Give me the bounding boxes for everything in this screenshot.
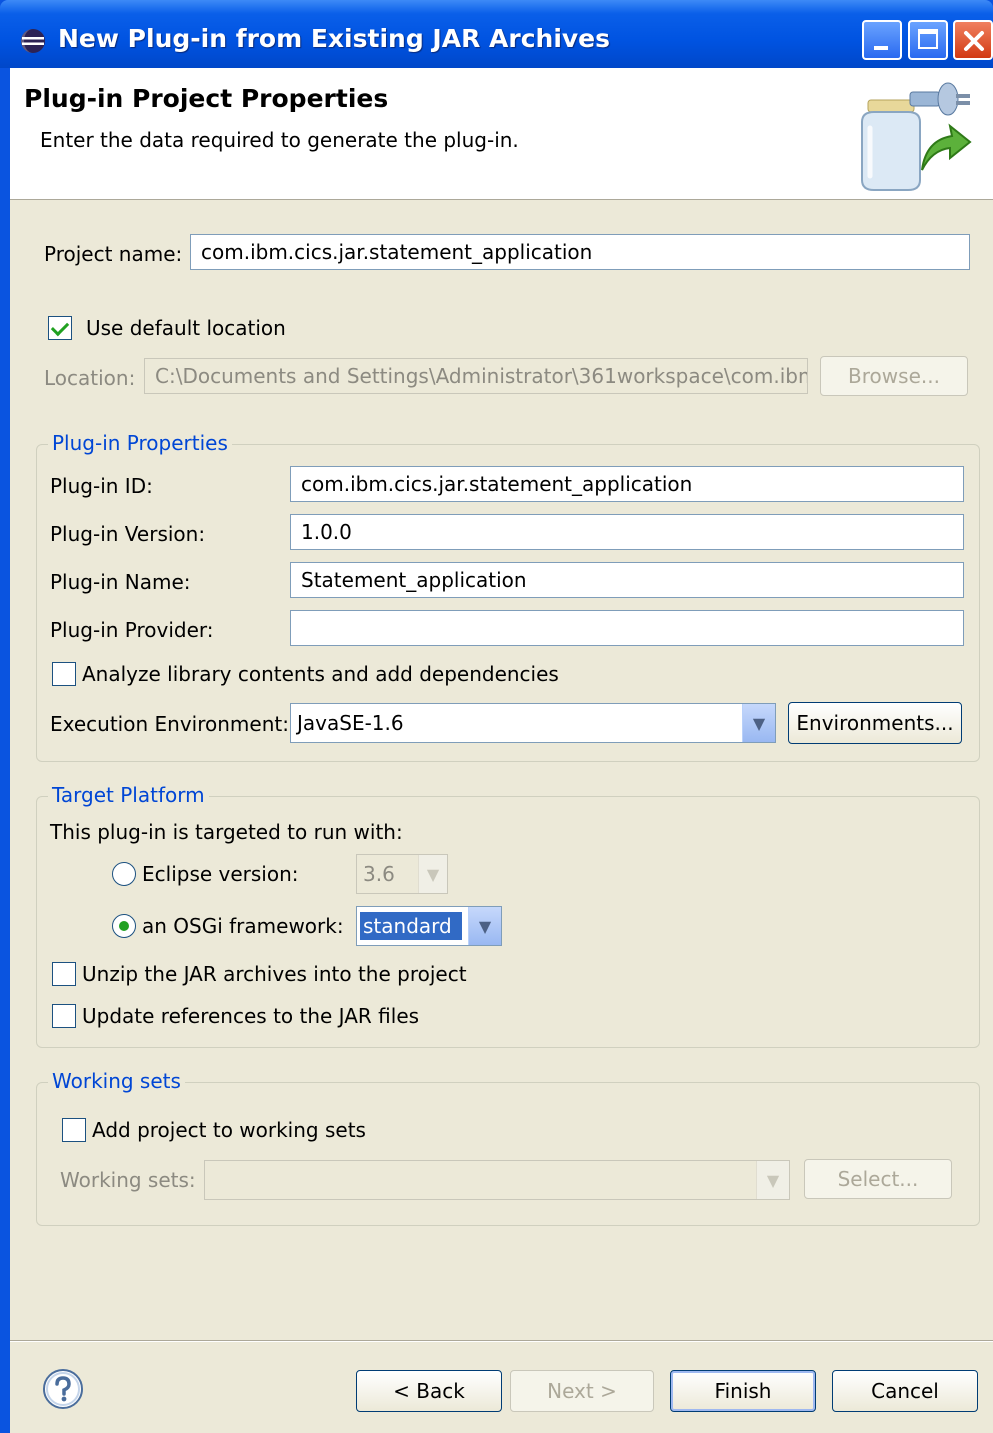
update-references-label: Update references to the JAR files <box>82 1004 420 1028</box>
analyze-library-label: Analyze library contents and add depende… <box>82 662 559 686</box>
eclipse-icon <box>20 28 46 54</box>
eclipse-version-value: 3.6 <box>363 862 395 886</box>
page-title: Plug-in Project Properties <box>24 84 389 113</box>
footer-separator <box>10 1340 993 1342</box>
plugin-name-input[interactable]: Statement_application <box>290 562 964 598</box>
osgi-framework-value: standard <box>360 912 462 940</box>
plugin-name-label: Plug-in Name: <box>50 570 191 594</box>
target-platform-group-label: Target Platform <box>48 783 209 807</box>
execution-environment-label: Execution Environment: <box>50 712 289 736</box>
use-default-location-checkbox[interactable] <box>48 316 72 340</box>
add-to-working-sets-label: Add project to working sets <box>92 1118 366 1142</box>
window-title: New Plug-in from Existing JAR Archives <box>58 24 611 53</box>
working-sets-group <box>36 1082 980 1226</box>
cancel-button[interactable]: Cancel <box>832 1370 978 1412</box>
help-icon[interactable] <box>42 1368 84 1410</box>
working-sets-select[interactable]: ▼ <box>204 1160 790 1200</box>
project-name-input[interactable]: com.ibm.cics.jar.statement_application <box>190 234 970 270</box>
environments-button[interactable]: Environments... <box>788 702 962 744</box>
plugin-id-input[interactable]: com.ibm.cics.jar.statement_application <box>290 466 964 502</box>
maximize-button[interactable] <box>908 20 948 60</box>
maximize-icon <box>918 29 938 49</box>
chevron-down-icon[interactable]: ▼ <box>418 855 447 893</box>
plugin-version-label: Plug-in Version: <box>50 522 206 546</box>
plugin-properties-group-label: Plug-in Properties <box>48 431 232 455</box>
eclipse-version-radio[interactable] <box>112 862 136 886</box>
eclipse-version-label: Eclipse version: <box>142 862 299 886</box>
browse-button[interactable]: Browse... <box>820 356 968 396</box>
unzip-jar-label: Unzip the JAR archives into the project <box>82 962 467 986</box>
use-default-location-label: Use default location <box>86 316 286 340</box>
plugin-id-label: Plug-in ID: <box>50 474 153 498</box>
chevron-down-icon[interactable]: ▼ <box>756 1161 789 1199</box>
minimize-button[interactable] <box>862 20 902 60</box>
location-input[interactable]: C:\Documents and Settings\Administrator\… <box>144 358 808 394</box>
next-button[interactable]: Next > <box>510 1370 654 1412</box>
plugin-version-input[interactable]: 1.0.0 <box>290 514 964 550</box>
project-name-label: Project name: <box>44 242 183 266</box>
location-label: Location: <box>44 366 136 390</box>
close-icon <box>964 31 984 51</box>
plugin-provider-input[interactable] <box>290 610 964 646</box>
minimize-icon <box>874 46 888 50</box>
analyze-library-checkbox[interactable] <box>52 662 76 686</box>
osgi-framework-select[interactable]: standard ▼ <box>356 906 502 946</box>
execution-environment-value: JavaSE-1.6 <box>297 711 404 735</box>
working-sets-group-label: Working sets <box>48 1069 185 1093</box>
osgi-framework-label: an OSGi framework: <box>142 914 344 938</box>
back-button[interactable]: < Back <box>356 1370 502 1412</box>
eclipse-version-select[interactable]: 3.6 ▼ <box>356 854 448 894</box>
finish-button[interactable]: Finish <box>670 1370 816 1412</box>
working-sets-label: Working sets: <box>60 1168 196 1192</box>
plugin-jar-wizard-icon <box>848 76 978 194</box>
target-intro-text: This plug-in is targeted to run with: <box>50 820 403 844</box>
chevron-down-icon[interactable]: ▼ <box>468 907 501 945</box>
select-working-sets-button[interactable]: Select... <box>804 1159 952 1199</box>
execution-environment-select[interactable]: JavaSE-1.6 ▼ <box>290 703 776 743</box>
unzip-jar-checkbox[interactable] <box>52 962 76 986</box>
plugin-provider-label: Plug-in Provider: <box>50 618 214 642</box>
add-to-working-sets-checkbox[interactable] <box>62 1118 86 1142</box>
chevron-down-icon[interactable]: ▼ <box>742 704 775 742</box>
osgi-framework-radio[interactable] <box>112 914 136 938</box>
close-button[interactable] <box>953 20 993 60</box>
page-description: Enter the data required to generate the … <box>40 128 519 152</box>
update-references-checkbox[interactable] <box>52 1004 76 1028</box>
